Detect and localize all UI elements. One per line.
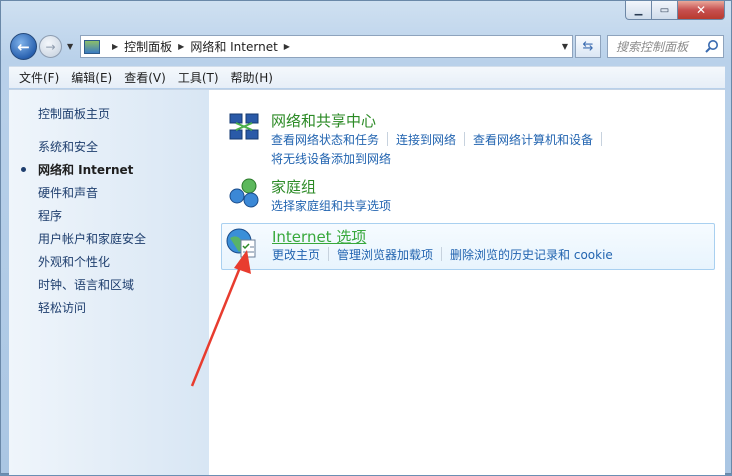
menu-file[interactable]: 文件(F) [13,69,65,86]
window-caption-buttons: ▁ ▭ ✕ [625,1,725,20]
maximize-button[interactable]: ▭ [652,1,678,20]
maximize-icon: ▭ [659,4,670,16]
search-input[interactable] [616,39,708,54]
control-panel-window: ▁ ▭ ✕ ← → ▼ ▶ 控制面板 ▶ 网络和 Internet ▶ ▼ ⇆ … [0,0,732,475]
close-button[interactable]: ✕ [678,1,725,20]
address-dropdown-icon[interactable]: ▼ [562,42,568,51]
close-icon: ✕ [695,3,707,17]
address-bar[interactable]: ▶ 控制面板 ▶ 网络和 Internet ▶ ▼ [80,35,573,58]
recent-pages-dropdown[interactable]: ▼ [67,42,73,51]
back-arrow-icon: ← [17,37,30,56]
navigation-bar: ← → ▼ ▶ 控制面板 ▶ 网络和 Internet ▶ ▼ ⇆ [1,29,731,63]
back-button[interactable]: ← [10,33,37,60]
menu-bar: 文件(F) 编辑(E) 查看(V) 工具(T) 帮助(H) [9,66,725,88]
breadcrumb-control-panel[interactable]: 控制面板 [124,38,172,55]
menu-view[interactable]: 查看(V) [118,69,172,86]
menu-edit[interactable]: 编辑(E) [65,69,118,86]
forward-arrow-icon: → [45,39,56,54]
refresh-button[interactable]: ⇆ [575,35,601,58]
chevron-right-icon[interactable]: ▶ [178,42,184,51]
refresh-icon: ⇆ [582,39,594,54]
chevron-down-icon: ▼ [67,42,74,51]
breadcrumb-network-internet[interactable]: 网络和 Internet [190,38,277,55]
minimize-button[interactable]: ▁ [625,1,652,20]
content-area: 控制面板主页 系统和安全 网络和 Internet 硬件和声音 程序 用户帐户和… [9,89,725,475]
annotation-arrow [190,250,251,387]
menu-help[interactable]: 帮助(H) [225,69,279,86]
chevron-right-icon[interactable]: ▶ [112,42,118,51]
chevron-right-icon[interactable]: ▶ [284,42,290,51]
control-panel-icon [84,39,100,54]
forward-button[interactable]: → [39,35,62,58]
search-icon[interactable] [704,39,719,54]
search-box [607,35,724,58]
menu-tools[interactable]: 工具(T) [172,69,225,86]
minimize-icon: ▁ [634,4,643,16]
